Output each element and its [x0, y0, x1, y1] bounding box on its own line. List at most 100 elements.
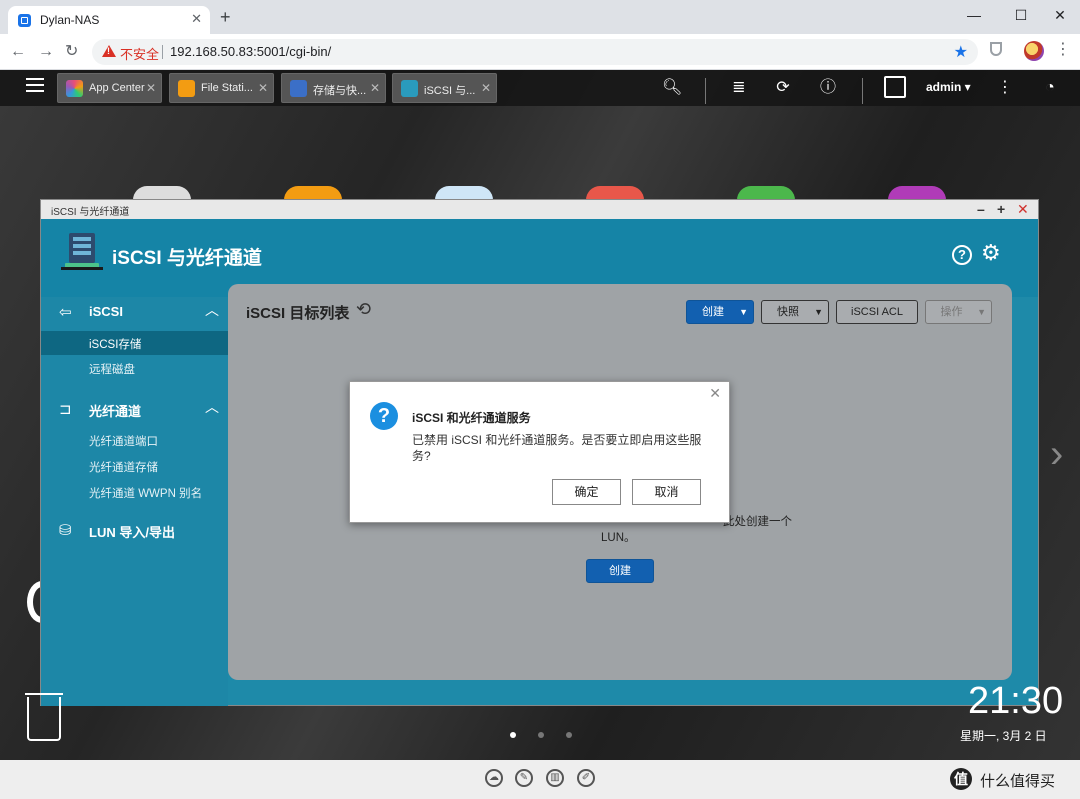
caret-down-icon: ▼ [977, 307, 986, 317]
sync-icon[interactable]: ⟳ [773, 78, 793, 98]
action-button[interactable]: 操作 ▼ [925, 300, 992, 324]
sidebar-item-label: iSCSI存储 [89, 339, 142, 351]
sidebar-item-remote-disk[interactable]: 远程磁盘 [41, 356, 228, 380]
taskbar-divider [862, 78, 863, 104]
reload-icon[interactable]: ↻ [65, 42, 78, 62]
gear-icon[interactable]: ⚙ [981, 241, 1001, 265]
close-tab-icon[interactable]: ✕ [370, 81, 380, 95]
help-icon[interactable]: ? [952, 245, 972, 265]
create-button-label: 创建 [702, 306, 724, 318]
insecure-label[interactable]: 不安全 [120, 44, 159, 63]
action-button-label: 操作 [940, 306, 963, 318]
main-menu-icon[interactable] [26, 78, 44, 92]
sidebar-section-lun[interactable]: ⛁ LUN 导入/导出 [41, 515, 228, 545]
desktop-clock: 21:30 [968, 680, 1064, 722]
app-center-icon [66, 80, 83, 97]
extension-shield-icon[interactable] [990, 42, 1002, 56]
iscsi-arrow-icon: ⇦ [59, 304, 72, 321]
qts-taskbar: App Center ✕ File Stati... ✕ 存储与快... ✕ i… [0, 70, 1080, 106]
taskbar-tab-file-station[interactable]: File Stati... ✕ [169, 73, 274, 103]
enable-service-dialog: ✕ ? iSCSI 和光纤通道服务 已禁用 iSCSI 和光纤通道服务。是否要立… [349, 381, 730, 523]
minimize-icon[interactable]: — [964, 5, 984, 25]
page-dot-active[interactable] [510, 732, 516, 738]
bottom-dock: ☁ ✎ ▥ ✐ 值 什么值得买 [0, 760, 1080, 799]
desktop-date: 星期一, 3月 2 日 [960, 729, 1047, 743]
chevron-up-icon[interactable]: ︿ [205, 397, 219, 417]
maximize-icon[interactable]: ☐ [1011, 5, 1031, 25]
close-tab-icon[interactable]: ✕ [191, 11, 202, 27]
sidebar-item-iscsi-storage[interactable]: iSCSI存储 [41, 331, 228, 355]
page-dot[interactable] [538, 732, 544, 738]
sidebar: ⇦ iSCSI ︿ iSCSI存储 远程磁盘 ⊐ 光纤通道 ︿ 光纤通道端口 光… [41, 297, 228, 706]
window-close-icon[interactable]: ✕ [1017, 201, 1029, 217]
forward-arrow-icon[interactable]: → [38, 42, 54, 62]
fiber-channel-icon: ⊐ [59, 401, 72, 418]
page-dot[interactable] [566, 732, 572, 738]
app-title: iSCSI 与光纤通道 [112, 248, 262, 269]
browser-tab-title: Dylan-NAS [40, 13, 100, 27]
sidebar-item-fc-storage[interactable]: 光纤通道存储 [41, 454, 228, 478]
cloud-icon[interactable]: ☁ [485, 769, 503, 787]
sidebar-item-fc-wwpn[interactable]: 光纤通道 WWPN 别名 [41, 480, 228, 504]
storage-icon [290, 80, 307, 97]
window-minimize-icon[interactable]: – [977, 201, 985, 217]
browser-toolbar: ← → ↻ 不安全 192.168.50.83:5001/cgi-bin/ ★ [0, 34, 1080, 70]
empty-create-button[interactable]: 创建 [586, 559, 654, 583]
empty-state-hint-line2: LUN。 [601, 532, 636, 544]
close-window-icon[interactable]: ✕ [1050, 5, 1070, 25]
browser-tab[interactable]: Dylan-NAS ✕ [8, 6, 210, 34]
user-menu[interactable]: admin ▾ [926, 80, 971, 94]
close-tab-icon[interactable]: ✕ [146, 81, 156, 95]
window-titlebar[interactable]: iSCSI 与光纤通道 – + ✕ [41, 200, 1038, 219]
close-icon[interactable]: ✕ [709, 385, 721, 402]
trash-icon[interactable] [25, 693, 63, 741]
apps-icon[interactable]: ▥ [546, 769, 564, 787]
tools-icon[interactable]: ✎ [515, 769, 533, 787]
taskbar-tab-label: File Stati... [201, 82, 253, 94]
new-tab-button[interactable]: + [220, 8, 231, 26]
sidebar-section-iscsi[interactable]: ⇦ iSCSI ︿ [41, 297, 228, 327]
snapshot-button[interactable]: 快照 ▼ [761, 300, 829, 324]
sidebar-item-label: 远程磁盘 [89, 364, 135, 376]
sidebar-section-fc[interactable]: ⊐ 光纤通道 ︿ [41, 394, 228, 424]
browser-menu-icon[interactable]: ⋮ [1055, 40, 1071, 60]
page-title: iSCSI 目标列表 [246, 305, 350, 322]
background-tasks-icon[interactable]: ≣ [729, 78, 749, 98]
omnibox-divider [162, 45, 163, 59]
close-tab-icon[interactable]: ✕ [481, 81, 491, 95]
sidebar-item-label: 光纤通道存储 [89, 462, 158, 474]
address-bar[interactable]: 不安全 192.168.50.83:5001/cgi-bin/ ★ [92, 39, 978, 65]
profile-avatar-icon[interactable] [1024, 41, 1044, 61]
notes-icon[interactable]: ✐ [577, 769, 595, 787]
caret-down-icon: ▼ [814, 307, 823, 317]
bookmark-star-icon[interactable]: ★ [954, 42, 968, 62]
url-text[interactable]: 192.168.50.83:5001/cgi-bin/ [170, 44, 331, 59]
close-tab-icon[interactable]: ✕ [258, 81, 268, 95]
chevron-up-icon[interactable]: ︿ [205, 300, 219, 320]
ok-button[interactable]: 确定 [552, 479, 621, 505]
sidebar-item-fc-ports[interactable]: 光纤通道端口 [41, 428, 228, 452]
more-options-icon[interactable]: ⋮ [995, 78, 1015, 98]
taskbar-divider [705, 78, 706, 104]
qnap-favicon-icon [18, 14, 31, 27]
search-icon[interactable]: 🔍︎ [662, 78, 682, 98]
dashboard-gauge-icon[interactable]: ◔ [1040, 78, 1060, 98]
info-icon[interactable]: ⓘ [818, 78, 838, 98]
back-arrow-icon[interactable]: ← [10, 42, 26, 62]
create-button[interactable]: 创建 ▼ [686, 300, 754, 324]
cancel-button[interactable]: 取消 [632, 479, 701, 505]
watermark-text: 什么值得买 [980, 773, 1056, 790]
taskbar-tab-app-center[interactable]: App Center ✕ [57, 73, 162, 103]
dialog-title: iSCSI 和光纤通道服务 [412, 411, 531, 425]
iscsi-acl-button[interactable]: iSCSI ACL [836, 300, 918, 324]
next-page-arrow-icon[interactable]: › [1050, 432, 1063, 477]
taskbar-tab-label: App Center [89, 82, 145, 94]
taskbar-tab-storage[interactable]: 存储与快... ✕ [281, 73, 386, 103]
taskbar-tab-label: iSCSI 与... [424, 85, 476, 97]
window-maximize-icon[interactable]: + [997, 201, 1005, 217]
folder-icon [178, 80, 195, 97]
sidebar-item-label: 光纤通道端口 [89, 436, 158, 448]
user-icon[interactable] [884, 76, 906, 98]
refresh-icon[interactable]: ⟲ [356, 299, 371, 320]
taskbar-tab-iscsi[interactable]: iSCSI 与... ✕ [392, 73, 497, 103]
